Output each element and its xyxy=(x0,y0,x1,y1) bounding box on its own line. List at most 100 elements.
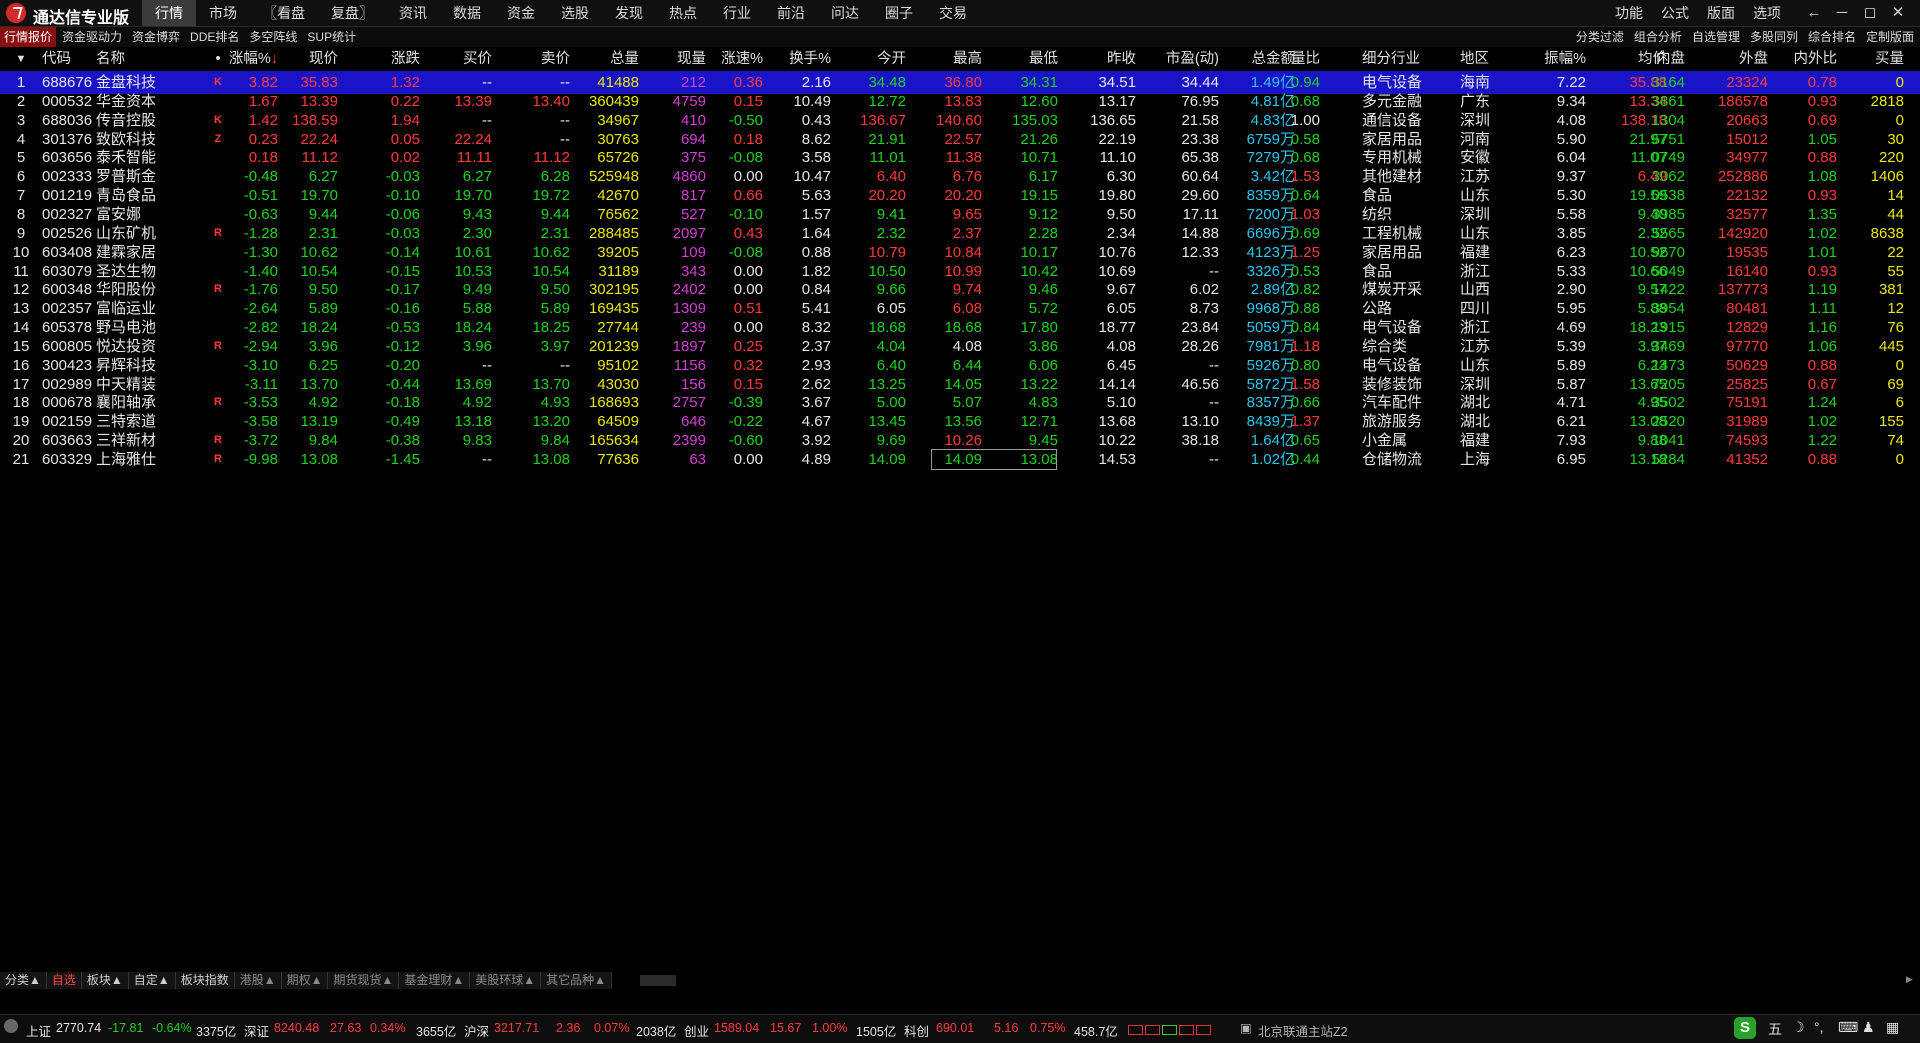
camera-icon[interactable]: ▣ xyxy=(1240,1020,1252,1035)
connection-icon[interactable] xyxy=(4,1019,18,1033)
right-menu-item[interactable]: 公式 xyxy=(1652,0,1698,26)
scroll-right-icon[interactable]: ▶ xyxy=(1906,974,1918,986)
hs-label: 沪深 xyxy=(464,1025,490,1039)
sh-percent: -0.64% xyxy=(152,1021,192,1035)
bottom-tab[interactable]: 板块▲ xyxy=(81,972,129,989)
menu-item[interactable]: 行情 xyxy=(142,0,196,26)
cy-label: 创业 xyxy=(684,1025,710,1039)
close-icon[interactable]: ✕ xyxy=(1884,0,1912,26)
column-header[interactable]: 内盘 xyxy=(1634,48,1685,71)
sub-toolbar: 行情报价 资金驱动力 资金博弈 DDE排名 多空阵线 SUP统计 分类过滤 组合分析 自选管理… xyxy=(0,27,1920,47)
user-icon[interactable]: ♟ xyxy=(1862,1019,1875,1036)
right-menu-item[interactable]: 功能 xyxy=(1606,0,1652,26)
column-header[interactable]: 内外比 xyxy=(1754,48,1838,71)
cy-amount: 1505亿 xyxy=(856,1025,897,1039)
bottom-tabs: 分类▲ 自选 板块▲ 自定▲ 板块指数 港股▲ 期权▲ 期货现货▲ 基金理财▲ 美股环球▲ 其它品种… xyxy=(0,972,613,989)
menu-item[interactable]: 前沿 xyxy=(764,0,818,26)
column-header[interactable]: 量比 xyxy=(1254,48,1320,71)
bottom-tab[interactable]: 分类▲ xyxy=(0,972,47,989)
menu-item[interactable]: 选股 xyxy=(548,0,602,26)
cell: 5284 xyxy=(1651,451,1685,468)
sub-tool-button[interactable]: 自选管理 xyxy=(1688,27,1744,47)
column-header[interactable]: 振幅% xyxy=(1513,48,1586,71)
horizontal-scrollbar[interactable] xyxy=(640,975,676,986)
bottom-tab[interactable]: 自选 xyxy=(46,972,82,989)
bottom-tab[interactable]: 板块指数 xyxy=(175,972,235,989)
column-header[interactable]: 名称 xyxy=(96,48,176,71)
menu-item[interactable]: 市场 xyxy=(196,0,250,26)
kc-value: 690.01 xyxy=(936,1021,975,1035)
bottom-tab[interactable]: 基金理财▲ xyxy=(399,972,471,989)
restore-icon[interactable]: ◻ xyxy=(1856,0,1884,26)
breadth-bar xyxy=(1162,1025,1177,1035)
app-logo-icon xyxy=(6,3,26,23)
menu-item[interactable]: 交易 xyxy=(926,0,980,26)
sz-amount: 3655亿 xyxy=(416,1025,457,1039)
sub-tab[interactable]: 多空阵线 xyxy=(245,27,301,47)
sub-tab[interactable]: 行情报价 xyxy=(0,27,57,47)
right-menu: 功能 公式 版面 选项 xyxy=(1606,0,1790,26)
market-breadth-bars xyxy=(1128,1022,1232,1035)
sub-tab[interactable]: 资金驱动力 xyxy=(58,27,126,47)
back-icon[interactable]: ← xyxy=(1800,0,1828,26)
menu-item[interactable]: 圈子 xyxy=(872,0,926,26)
menu-item[interactable]: 数据 xyxy=(440,0,494,26)
column-header[interactable]: 代码 xyxy=(42,48,102,71)
sub-tool-button[interactable]: 定制版面 xyxy=(1862,27,1918,47)
keyboard-icon[interactable]: ⌨ xyxy=(1838,1019,1858,1036)
ime-mode[interactable]: 五 xyxy=(1768,1019,1782,1039)
sub-tab[interactable]: SUP统计 xyxy=(303,27,360,47)
sh-label: 上证 xyxy=(26,1025,52,1039)
ime-toolbar: S 五 ☽ °, ⌨ ♟ ▦ xyxy=(1730,1015,1920,1041)
menu-item[interactable]: 热点 xyxy=(656,0,710,26)
sub-tool-button[interactable]: 组合分析 xyxy=(1630,27,1686,47)
column-header[interactable]: 买量 xyxy=(1852,48,1904,71)
column-header[interactable]: 地区 xyxy=(1460,48,1520,71)
column-header[interactable]: 细分行业 xyxy=(1362,48,1462,71)
cell: 0 xyxy=(1895,451,1904,468)
sh-value: 2770.74 xyxy=(56,1021,102,1035)
hs-change: 2.36 xyxy=(556,1021,581,1035)
breadth-bar xyxy=(1196,1025,1211,1035)
menu-item[interactable]: 行业 xyxy=(710,0,764,26)
grid-icon[interactable]: ▦ xyxy=(1886,1019,1899,1036)
sub-tool-button[interactable]: 综合排名 xyxy=(1804,27,1860,47)
cy-value: 1589.04 xyxy=(714,1021,760,1035)
cell: 6.95 xyxy=(1556,451,1586,468)
sub-toolbar-right: 分类过滤 组合分析 自选管理 多股同列 综合排名 定制版面 xyxy=(1572,27,1920,47)
punctuation-icon[interactable]: °, xyxy=(1814,1019,1824,1035)
app-title: 通达信专业版 xyxy=(33,10,130,27)
sub-tool-button[interactable]: 多股同列 xyxy=(1746,27,1802,47)
server-name[interactable]: 北京联通主站Z2 xyxy=(1258,1021,1348,1040)
right-menu-item[interactable]: 选项 xyxy=(1744,0,1790,26)
bottom-tab[interactable]: 其它品种▲ xyxy=(541,972,613,989)
moon-icon[interactable]: ☽ xyxy=(1792,1019,1805,1036)
ime-logo-icon[interactable]: S xyxy=(1734,1017,1756,1039)
kc-label: 科创 xyxy=(904,1025,930,1039)
menu-item[interactable]: 资讯 xyxy=(386,0,440,26)
cell: 上海 xyxy=(1460,451,1491,468)
cy-percent: 1.00% xyxy=(812,1021,848,1035)
menu-item[interactable]: 问达 xyxy=(818,0,872,26)
table-row[interactable]: 21 603329 上海雅仕 R -9.98 13.08 -1.45 -- 13.08 77636… xyxy=(0,448,1920,471)
breadth-bar xyxy=(1128,1025,1143,1035)
sort-dropdown-icon[interactable]: ▼ xyxy=(10,48,32,71)
sub-tab[interactable]: 资金博弈 xyxy=(128,27,184,47)
bottom-tab[interactable]: 自定▲ xyxy=(128,972,176,989)
bottom-tab[interactable]: 期货现货▲ xyxy=(328,972,400,989)
column-header[interactable]: 最低 xyxy=(930,48,1058,71)
kc-amount: 458.7亿 xyxy=(1074,1025,1118,1039)
minimize-icon[interactable]: ─ xyxy=(1828,0,1856,26)
bottom-tab[interactable]: 美股环球▲ xyxy=(470,972,542,989)
menu-item[interactable]: 复盘〗 xyxy=(318,0,386,26)
right-menu-item[interactable]: 版面 xyxy=(1698,0,1744,26)
menu-item[interactable]: 发现 xyxy=(602,0,656,26)
bottom-tab[interactable]: 港股▲ xyxy=(234,972,282,989)
sub-tool-button[interactable]: 分类过滤 xyxy=(1572,27,1628,47)
sub-tab[interactable]: DDE排名 xyxy=(186,27,243,47)
bottom-tab[interactable]: 期权▲ xyxy=(281,972,329,989)
menu-item[interactable]: 资金 xyxy=(494,0,548,26)
hs-value: 3217.71 xyxy=(494,1021,540,1035)
menu-item[interactable]: 〖看盘 xyxy=(250,0,318,26)
hs-amount: 2038亿 xyxy=(636,1025,677,1039)
